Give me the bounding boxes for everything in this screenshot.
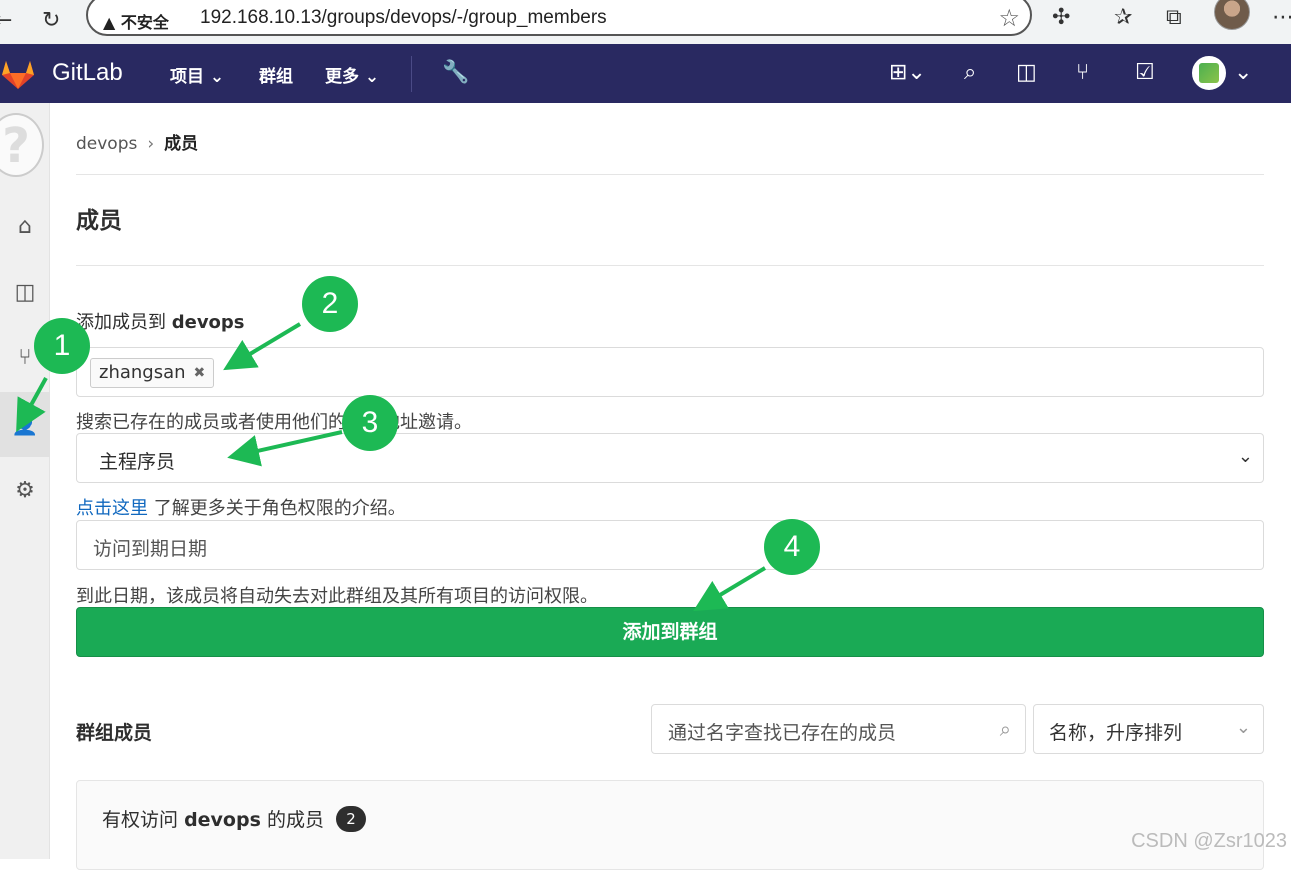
role-select[interactable]: 主程序员 ⌄ bbox=[76, 433, 1264, 483]
panel-group: devops bbox=[184, 809, 261, 831]
browser-menu-icon[interactable]: ⋯ bbox=[1272, 5, 1291, 30]
add-member-label: 添加成员到 devops bbox=[76, 308, 245, 334]
home-icon[interactable]: ⌂ bbox=[0, 201, 50, 251]
sort-dropdown[interactable]: 名称，升序排列 ⌄ bbox=[1033, 704, 1264, 754]
chevron-down-icon[interactable]: ⌄ bbox=[1234, 60, 1252, 85]
panel-suffix: 的成员 bbox=[267, 809, 324, 831]
issues-icon[interactable]: ◫ bbox=[0, 267, 50, 317]
favorites-icon[interactable]: ✰ bbox=[1114, 5, 1132, 30]
expiry-help-text: 到此日期，该成员将自动失去对此群组及其所有项目的访问权限。 bbox=[76, 582, 598, 608]
members-icon[interactable]: 👤 bbox=[0, 392, 50, 457]
new-plus-icon[interactable]: ⊞⌄ bbox=[889, 60, 926, 85]
chevron-right-icon: › bbox=[147, 134, 154, 154]
gitlab-header: GitLab 项目 ⌄ 群组 更多 ⌄ 🔧 ⊞⌄ ⌕ ◫ ⑂ ☑ ⌄ bbox=[0, 44, 1291, 103]
annotation-marker-3: 3 bbox=[342, 395, 398, 451]
header-divider bbox=[411, 56, 412, 92]
member-search-input[interactable]: 通过名字查找已存在的成员 ⌕ bbox=[651, 704, 1026, 754]
gitlab-brand[interactable]: GitLab bbox=[52, 59, 123, 87]
extensions-icon[interactable]: ✣ bbox=[1052, 5, 1070, 30]
remove-token-icon[interactable]: ✖ bbox=[194, 359, 206, 387]
selected-user-token[interactable]: zhangsan ✖ bbox=[90, 358, 214, 388]
members-panel: 有权访问 devops 的成员 2 bbox=[76, 780, 1264, 870]
sort-value: 名称，升序排列 bbox=[1049, 718, 1182, 745]
divider bbox=[76, 265, 1264, 266]
user-avatar[interactable] bbox=[1192, 56, 1226, 90]
user-search-input[interactable]: zhangsan ✖ bbox=[76, 347, 1264, 397]
panel-prefix: 有权访问 bbox=[102, 809, 178, 831]
nav-projects[interactable]: 项目 ⌄ bbox=[170, 62, 224, 87]
role-help-text: 点击这里 了解更多关于角色权限的介绍。 bbox=[76, 494, 406, 520]
nav-more-label: 更多 bbox=[325, 67, 359, 87]
divider bbox=[76, 174, 1264, 175]
chevron-down-icon: ⌄ bbox=[1236, 717, 1251, 738]
page-title: 成员 bbox=[76, 201, 122, 235]
gitlab-logo-icon[interactable] bbox=[0, 56, 36, 92]
member-search-placeholder: 通过名字查找已存在的成员 bbox=[668, 718, 896, 745]
arrow-4 bbox=[700, 568, 765, 607]
breadcrumb: devops › 成员 bbox=[76, 129, 198, 154]
group-sidebar: ? ⌂ ◫ ⑂ 👤 ⚙ bbox=[0, 103, 50, 859]
merge-requests-icon[interactable]: ⑂ bbox=[1076, 60, 1089, 85]
url-text: 192.168.10.13/groups/devops/-/group_memb… bbox=[200, 7, 607, 29]
nav-more[interactable]: 更多 ⌄ bbox=[325, 62, 379, 87]
settings-gear-icon[interactable]: ⚙ bbox=[0, 465, 50, 515]
breadcrumb-parent[interactable]: devops bbox=[76, 134, 137, 154]
breadcrumb-current[interactable]: 成员 bbox=[164, 134, 198, 154]
add-label-prefix: 添加成员到 bbox=[76, 312, 166, 333]
add-to-group-button[interactable]: 添加到群组 bbox=[76, 607, 1264, 657]
annotation-marker-1: 1 bbox=[34, 318, 90, 374]
nav-projects-label: 项目 bbox=[170, 67, 204, 87]
todos-icon[interactable]: ☑ bbox=[1135, 60, 1155, 85]
search-help-text: 搜索已存在的成员或者使用他们的邮箱地址邀请。 bbox=[76, 408, 472, 434]
annotation-marker-4: 4 bbox=[764, 519, 820, 575]
security-warning[interactable]: ▲ 不安全 bbox=[103, 9, 169, 33]
access-expiry-input[interactable]: 访问到期日期 bbox=[76, 520, 1264, 570]
security-label: 不安全 bbox=[121, 13, 169, 32]
annotation-marker-2: 2 bbox=[302, 276, 358, 332]
reload-icon[interactable]: ↻ bbox=[42, 8, 60, 33]
selected-user-name: zhangsan bbox=[99, 359, 186, 387]
search-icon[interactable]: ⌕ bbox=[964, 60, 976, 85]
browser-profile-avatar[interactable] bbox=[1214, 0, 1250, 30]
search-icon[interactable]: ⌕ bbox=[1000, 717, 1011, 741]
address-bar[interactable]: ▲ 不安全 192.168.10.13/groups/devops/-/grou… bbox=[86, 0, 1032, 36]
chevron-down-icon: ⌄ bbox=[1238, 446, 1253, 467]
role-help-suffix: 了解更多关于角色权限的介绍。 bbox=[154, 498, 406, 519]
group-avatar[interactable]: ? bbox=[0, 113, 44, 177]
role-permissions-link[interactable]: 点击这里 bbox=[76, 498, 148, 519]
members-panel-header: 有权访问 devops 的成员 2 bbox=[102, 805, 366, 832]
member-count-badge: 2 bbox=[336, 806, 366, 832]
expiry-placeholder: 访问到期日期 bbox=[93, 534, 207, 561]
chevron-down-icon: ⌄ bbox=[210, 67, 224, 87]
issues-icon[interactable]: ◫ bbox=[1016, 60, 1037, 85]
watermark: CSDN @Zsr1023 bbox=[1131, 830, 1287, 853]
collections-icon[interactable]: ⧉ bbox=[1166, 5, 1182, 30]
browser-toolbar: ← ↻ ▲ 不安全 192.168.10.13/groups/devops/-/… bbox=[0, 0, 1291, 44]
admin-wrench-icon[interactable]: 🔧 bbox=[442, 60, 469, 85]
chevron-down-icon: ⌄ bbox=[365, 67, 379, 87]
nav-groups[interactable]: 群组 bbox=[259, 62, 293, 87]
group-members-title: 群组成员 bbox=[76, 718, 152, 745]
back-icon[interactable]: ← bbox=[0, 8, 12, 33]
add-label-group: devops bbox=[172, 312, 245, 333]
role-select-value: 主程序员 bbox=[99, 447, 175, 474]
bookmark-star-icon[interactable]: ☆ bbox=[998, 4, 1020, 32]
